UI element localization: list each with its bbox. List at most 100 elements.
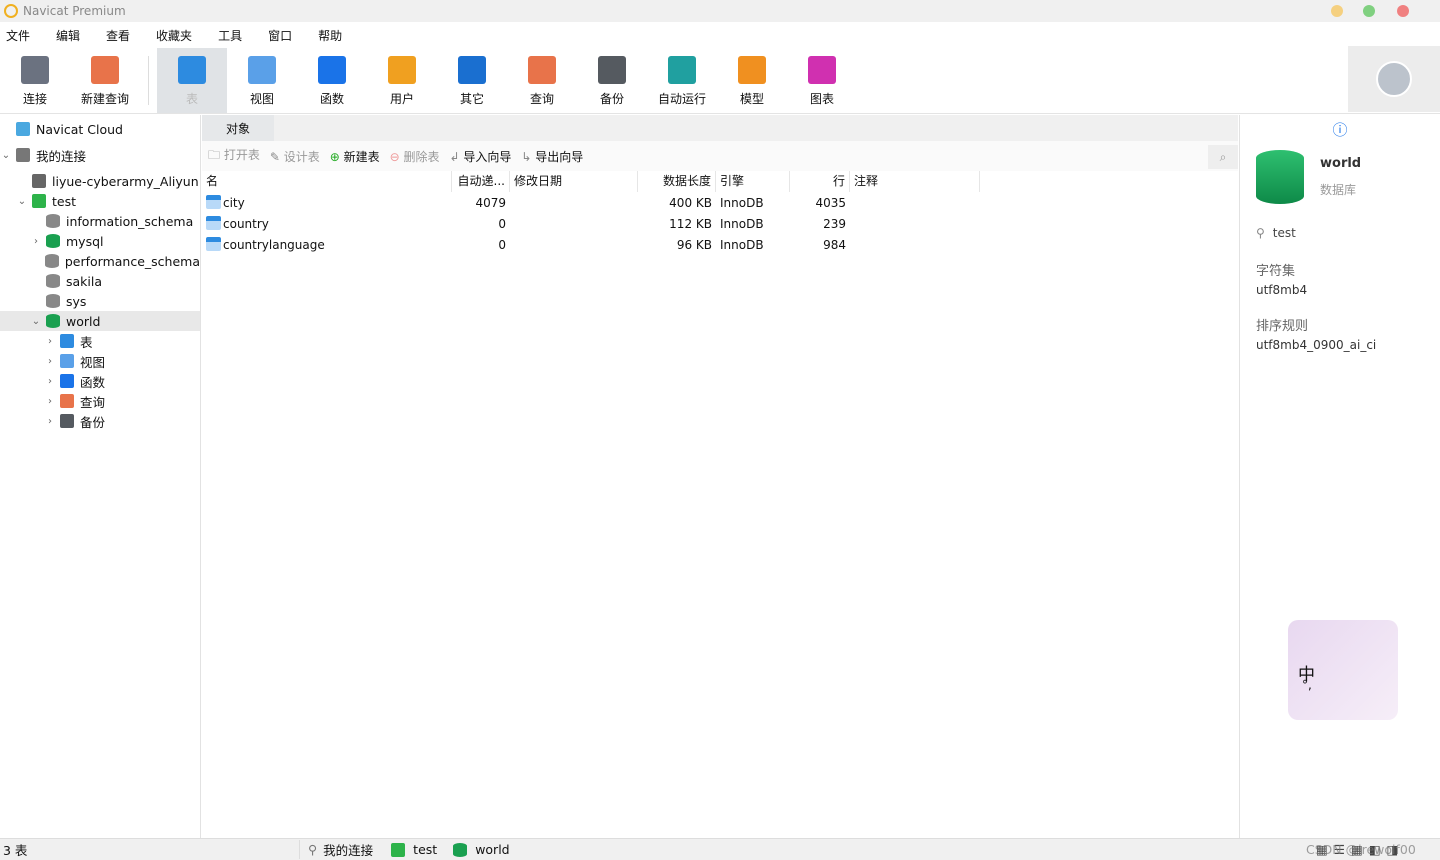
cell-text: InnoDB [720, 237, 764, 252]
cell-text: 984 [823, 237, 846, 252]
cell: 239 [790, 217, 850, 231]
tree-node[interactable]: › 函数 [0, 371, 200, 391]
tree-node-label: test [52, 193, 77, 209]
window-title: Navicat Premium [23, 4, 126, 18]
toolbar-button-query[interactable]: 查询 [507, 48, 577, 113]
cell: 0 [452, 238, 510, 252]
navicat-logo-icon [4, 4, 18, 18]
action-import[interactable]: ↲ 导入向导 [450, 148, 512, 165]
menu-item[interactable]: 查看 [106, 27, 130, 44]
toolbar-button-user[interactable]: 用户 [367, 48, 437, 113]
close-button[interactable] [1397, 5, 1409, 17]
menu-item[interactable]: 帮助 [318, 27, 342, 44]
column-header[interactable]: 行 [790, 171, 850, 192]
connection-icon: ⚲ [1256, 226, 1265, 240]
tree-node-label: 我的连接 [36, 148, 87, 164]
tree-node[interactable]: › 备份 [0, 411, 200, 431]
expand-arrow-icon[interactable]: › [44, 356, 56, 367]
tree-node[interactable]: ⌄ test [0, 191, 200, 211]
column-header[interactable]: 名 [202, 171, 452, 192]
status-connection-group: 我的连接 [323, 843, 374, 858]
table-icon [206, 216, 221, 230]
action-pencil[interactable]: ✎ 设计表 [270, 148, 320, 165]
query-icon [60, 394, 74, 408]
tree-node-label: Navicat Cloud [36, 121, 123, 137]
tree-node[interactable]: information_schema [0, 211, 200, 231]
info-icon[interactable]: ⓘ [1240, 119, 1440, 140]
toolbar-button-new-query[interactable]: 新建查询 [70, 48, 140, 113]
toolbar-button-function[interactable]: 函数 [297, 48, 367, 113]
tree-node[interactable]: liyue-cyberarmy_Aliyun [0, 171, 200, 191]
toolbar-button-backup[interactable]: 备份 [577, 48, 647, 113]
column-header[interactable]: 注释 [850, 171, 980, 192]
action-label: 设计表 [283, 149, 320, 164]
tree-node[interactable]: ⌄ world [0, 311, 200, 331]
menu-item[interactable]: 文件 [6, 27, 30, 44]
minimize-button[interactable] [1331, 5, 1343, 17]
table-row[interactable]: city 4079 400 KB InnoDB 4035 [202, 192, 1238, 213]
toolbar-label: 图表 [809, 92, 834, 106]
import-icon: ↲ [449, 149, 464, 164]
expand-arrow-icon[interactable]: › [44, 396, 56, 407]
expand-arrow-icon[interactable]: ⌄ [30, 316, 42, 327]
tree-node[interactable]: sakila [0, 271, 200, 291]
database-icon [46, 274, 60, 288]
column-header[interactable]: 修改日期 [510, 171, 638, 192]
toolbar-button-view[interactable]: 视图 [227, 48, 297, 113]
tree-node[interactable]: › 视图 [0, 351, 200, 371]
table-row[interactable]: country 0 112 KB InnoDB 239 [202, 213, 1238, 234]
table-row[interactable]: countrylanguage 0 96 KB InnoDB 984 [202, 234, 1238, 255]
tree-node[interactable]: › 表 [0, 331, 200, 351]
toolbar-button-chart[interactable]: 图表 [787, 48, 857, 113]
cell: 400 KB [638, 196, 716, 210]
status-database: world [475, 842, 510, 857]
menu-item[interactable]: 窗口 [268, 27, 292, 44]
column-header[interactable]: 引擎 [716, 171, 790, 192]
cell: 4079 [452, 196, 510, 210]
view-icon [248, 56, 276, 84]
cell: country [202, 216, 452, 231]
search-icon[interactable]: ⌕ [1208, 145, 1238, 169]
tree-node[interactable]: Navicat Cloud [0, 115, 200, 143]
toolbar-button-robot[interactable]: 自动运行 [647, 48, 717, 113]
tab-objects[interactable]: 对象 [202, 115, 274, 141]
menu-item[interactable]: 编辑 [56, 27, 80, 44]
toolbar-label: 函数 [319, 92, 344, 106]
action-plus-circle[interactable]: ⊕ 新建表 [330, 148, 380, 165]
expand-arrow-icon[interactable]: › [44, 416, 56, 427]
toolbar-button-tools[interactable]: 其它 [437, 48, 507, 113]
toolbar-button-table[interactable]: 表 [157, 48, 227, 113]
toolbar-label: 连接 [22, 92, 47, 106]
mysql-connection-icon [32, 194, 46, 208]
toolbar-button-model[interactable]: 模型 [717, 48, 787, 113]
tree-node[interactable]: › mysql [0, 231, 200, 251]
expand-arrow-icon[interactable]: › [44, 376, 56, 387]
tree-node[interactable]: sys [0, 291, 200, 311]
status-count: 3 表 [0, 840, 300, 859]
expand-arrow-icon[interactable]: › [44, 336, 56, 347]
expand-arrow-icon[interactable]: › [30, 236, 42, 247]
action-folder[interactable]: 🗀 打开表 [208, 146, 260, 167]
menu-item[interactable]: 工具 [218, 27, 242, 44]
action-export[interactable]: ↳ 导出向导 [521, 148, 583, 165]
expand-arrow-icon[interactable]: ⌄ [0, 150, 12, 161]
expand-arrow-icon[interactable]: ⌄ [16, 196, 28, 207]
table-icon [178, 56, 206, 84]
ime-widget[interactable]: 中 °, [1288, 620, 1398, 720]
user-avatar[interactable] [1348, 46, 1440, 112]
toolbar-button-plug[interactable]: 连接 [0, 48, 70, 113]
tree-node[interactable]: › 查询 [0, 391, 200, 411]
tree-node-label: world [66, 313, 101, 329]
maximize-button[interactable] [1363, 5, 1375, 17]
column-header[interactable]: 自动递... [452, 171, 510, 192]
tree-node[interactable]: performance_schema [0, 251, 200, 271]
menu-bar: 文件 编辑 查看 收藏夹 工具 窗口 帮助 [0, 22, 1440, 48]
tree-node-label: mysql [66, 233, 104, 249]
tree-node[interactable]: ⌄ 我的连接 [0, 143, 200, 167]
cell-text: countrylanguage [223, 238, 325, 252]
action-minus-circle[interactable]: ⊖ 删除表 [390, 148, 440, 165]
toolbar-label: 新建查询 [80, 92, 129, 106]
column-header[interactable]: 数据长度 [638, 171, 716, 192]
tree-node-label: 函数 [80, 374, 106, 390]
menu-item[interactable]: 收藏夹 [156, 27, 192, 44]
